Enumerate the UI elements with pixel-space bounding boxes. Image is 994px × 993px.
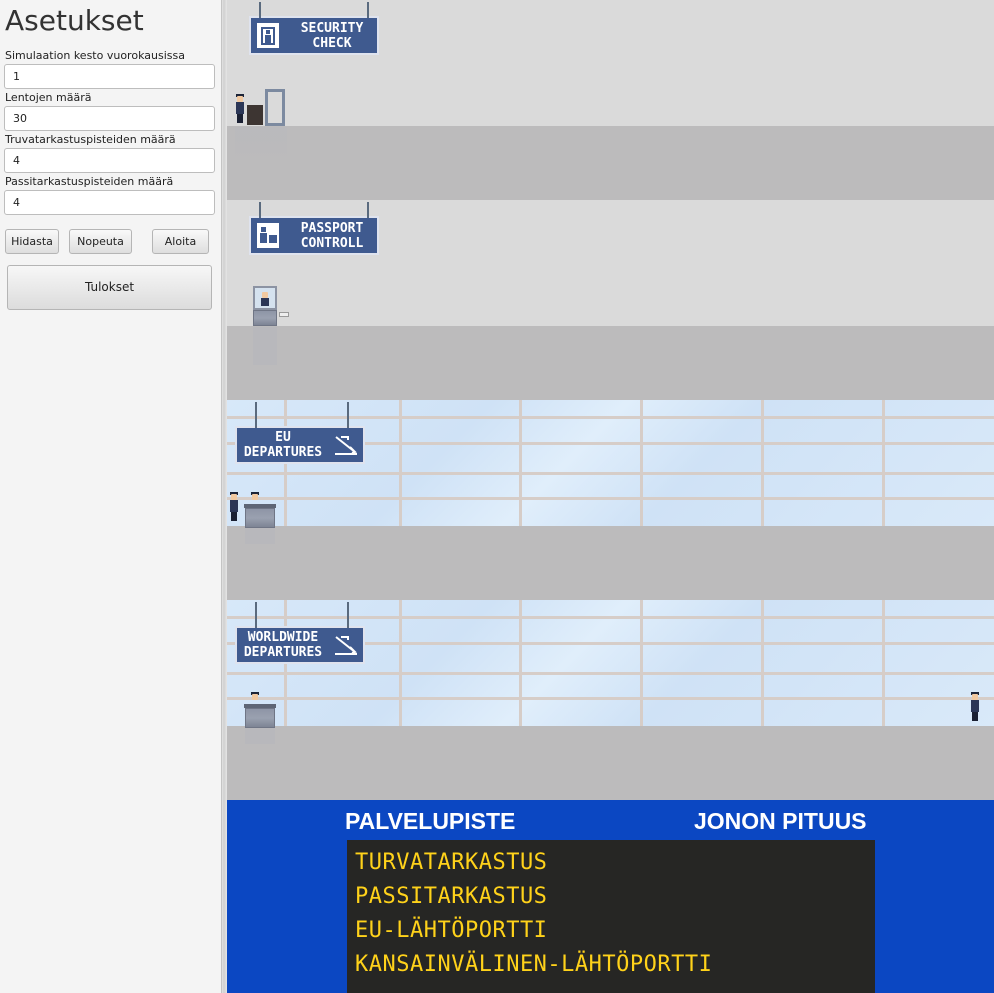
start-button[interactable]: Aloita [152, 229, 209, 254]
security-points-input[interactable]: 4 [4, 148, 215, 173]
board-row-international-gate: KANSAINVÄLINEN-LÄHTÖPORTTI [355, 952, 713, 977]
security-floor [227, 126, 994, 200]
passport-reflection [253, 327, 277, 365]
security-sign-line1: SECURITY [300, 21, 364, 36]
metal-detector-gate [265, 89, 285, 126]
board-row-eu-gate: EU-LÄHTÖPORTTI [355, 918, 548, 943]
duration-input[interactable]: 1 [4, 64, 215, 89]
passport-sign-line2: CONTROLL [300, 236, 364, 251]
flights-label: Lentojen määrä [5, 91, 92, 104]
security-points-label: Truvatarkastuspisteiden määrä [5, 133, 176, 146]
passport-document [279, 312, 289, 317]
passport-points-input[interactable]: 4 [4, 190, 215, 215]
eu-gate-desk [245, 508, 275, 528]
departures-plane-icon [333, 433, 359, 457]
service-point-header: PALVELUPISTE [345, 808, 516, 834]
eu-sign-line1: EU [275, 430, 291, 445]
eu-floor [227, 526, 994, 600]
results-button[interactable]: Tulokset [7, 265, 212, 310]
worldwide-gate-desk [245, 708, 275, 728]
security-check-icon [257, 23, 279, 48]
eu-sign-line2: DEPARTURES [243, 445, 323, 460]
eu-desk-reflection [245, 528, 275, 544]
simulation-view: SECURITY CHECK PASSPORT CONTROLL EU DEPA… [227, 0, 994, 993]
speed-up-button[interactable]: Nopeuta [69, 229, 132, 254]
passport-sign: PASSPORT CONTROLL [249, 202, 379, 255]
slow-down-button[interactable]: Hidasta [5, 229, 59, 254]
security-sign: SECURITY CHECK [249, 2, 379, 55]
queue-board-screen: TURVATARKASTUS PASSITARKASTUS EU-LÄHTÖPO… [347, 840, 875, 993]
passport-desk [253, 310, 277, 326]
queue-board: PALVELUPISTE JONON PITUUS TURVATARKASTUS… [227, 800, 994, 993]
passport-control-icon [257, 223, 279, 248]
passport-zone: PASSPORT CONTROLL [227, 200, 994, 400]
worldwide-desk-reflection [245, 728, 275, 744]
passport-sign-line1: PASSPORT [300, 221, 364, 236]
settings-title: Asetukset [5, 4, 144, 37]
security-zone: SECURITY CHECK [227, 0, 994, 200]
passport-points-label: Passitarkastuspisteiden määrä [5, 175, 174, 188]
security-sign-line2: CHECK [312, 36, 352, 51]
flights-input[interactable]: 30 [4, 106, 215, 131]
board-row-security: TURVATARKASTUS [355, 850, 548, 875]
passport-floor [227, 326, 994, 400]
xray-scanner [247, 105, 263, 125]
departures-plane-icon [333, 633, 359, 657]
security-reflection [235, 127, 287, 163]
duration-label: Simulaation kesto vuorokausissa [5, 49, 185, 62]
passport-booth-window [253, 286, 277, 310]
worldwide-floor [227, 726, 994, 800]
board-row-passport: PASSITARKASTUS [355, 884, 548, 909]
settings-panel: Asetukset Simulaation kesto vuorokausiss… [0, 0, 221, 993]
worldwide-departures-sign: WORLDWIDE DEPARTURES [235, 602, 365, 664]
worldwide-sign-line1: WORLDWIDE [247, 630, 319, 645]
worldwide-departures-zone: WORLDWIDE DEPARTURES [227, 600, 994, 800]
queue-length-header: JONON PITUUS [694, 808, 867, 834]
eu-departures-sign: EU DEPARTURES [235, 402, 365, 464]
eu-departures-zone: EU DEPARTURES [227, 400, 994, 600]
worldwide-sign-line2: DEPARTURES [243, 645, 323, 660]
